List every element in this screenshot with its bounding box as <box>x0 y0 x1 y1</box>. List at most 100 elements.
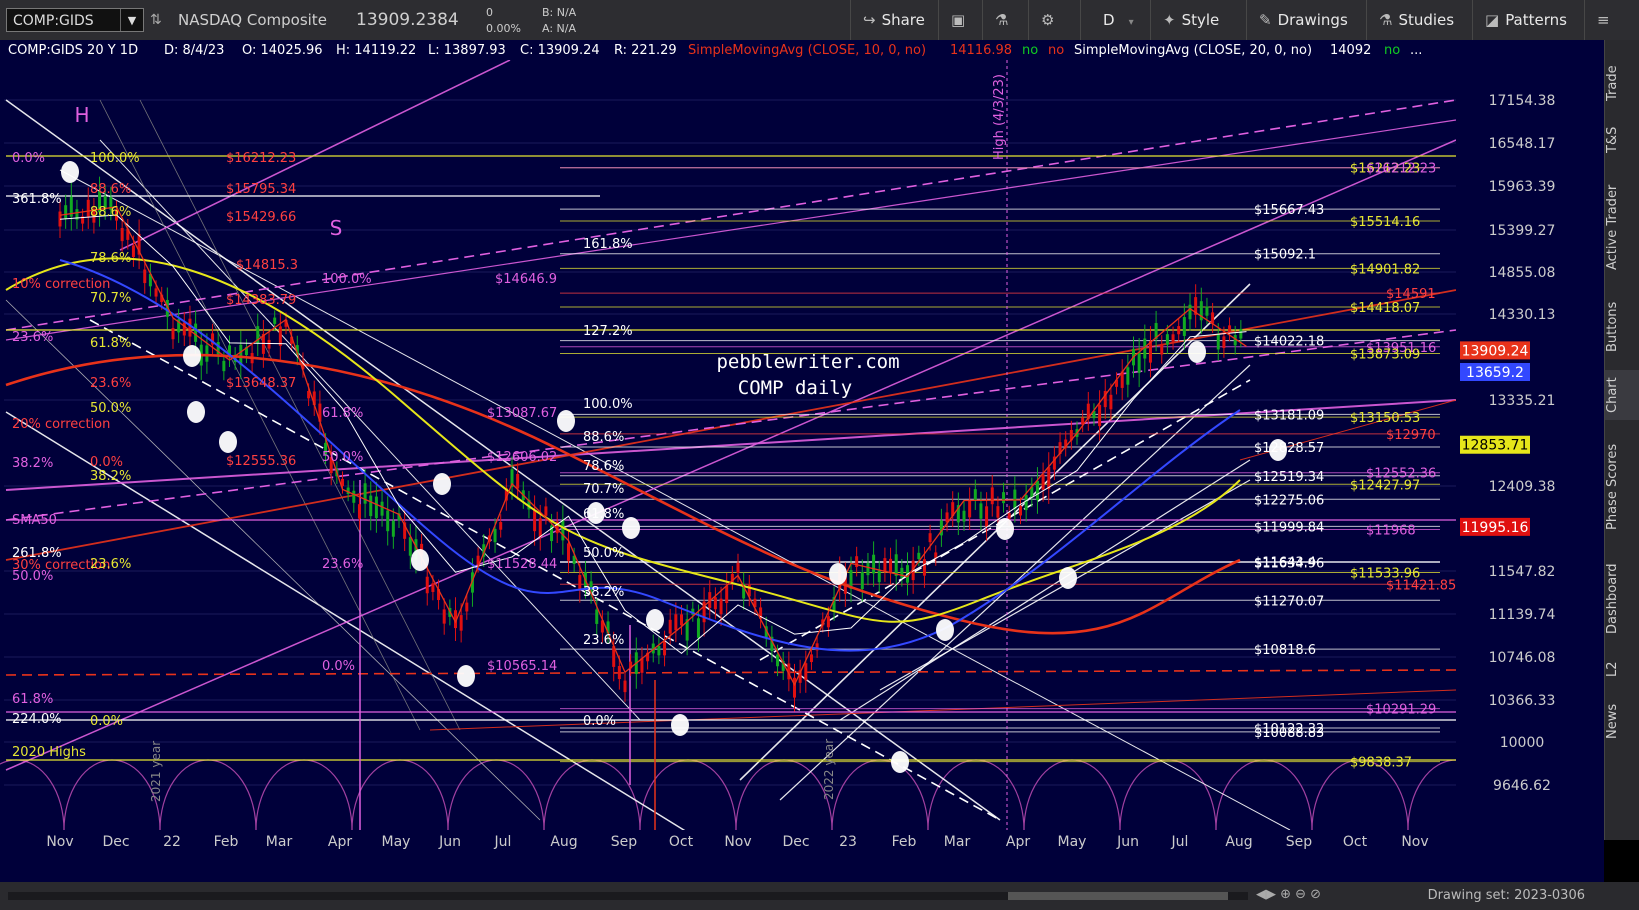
candle-body <box>1126 367 1130 385</box>
x-axis-tick: Mar <box>266 834 293 850</box>
candle-body <box>1228 325 1232 334</box>
settings-toggle-icon[interactable]: ⇅ <box>150 0 162 40</box>
x-axis-tick: Nov <box>724 834 751 850</box>
candle-body <box>273 317 277 324</box>
right-fib-label: $14591 <box>1386 287 1436 302</box>
candle-body <box>120 227 124 242</box>
candle-body <box>668 619 672 634</box>
y-axis-tick: 12409.38 <box>1489 479 1556 495</box>
studies-button[interactable]: ⚗ Studies <box>1366 0 1472 40</box>
flask-button[interactable]: ⚗ <box>982 0 1028 40</box>
right-fib-label: $11421.85 <box>1386 578 1456 593</box>
drawings-button[interactable]: ✎ Drawings <box>1246 0 1366 40</box>
tab-time-and-sales[interactable]: T&S <box>1605 120 1639 160</box>
annotation-year-2022: 2022 year <box>822 739 836 800</box>
menu-button[interactable]: ≡ <box>1584 0 1639 40</box>
tab-l2[interactable]: L2 <box>1605 654 1639 684</box>
candle-body <box>1148 340 1152 363</box>
candle-body <box>894 554 898 576</box>
candle-body <box>1041 474 1045 490</box>
highlight-circle <box>1188 341 1206 363</box>
timeframe-button[interactable]: D ▾ <box>1080 0 1150 40</box>
header-stat: R: 221.29 <box>614 43 677 58</box>
mid-fib-label: $11528.44 <box>487 557 557 572</box>
candle-body <box>663 641 667 656</box>
x-axis-tick: Feb <box>892 834 917 850</box>
left-fib-label: 50.0% <box>90 401 131 416</box>
patterns-button[interactable]: ◪ Patterns <box>1472 0 1584 40</box>
net-change-pct: 0.00% <box>486 22 521 35</box>
left-fib-label: $16212.23 <box>226 151 296 166</box>
right-fib-label: $11270.07 <box>1254 594 1324 609</box>
price-chart[interactable]: pebblewriter.com COMP daily 0.0% 100.0% $162… <box>0 40 1604 882</box>
horizontal-scrollbar[interactable] <box>8 892 1248 900</box>
candle-body <box>793 677 796 698</box>
x-axis-tick: Dec <box>102 834 129 850</box>
left-fib-label: 61.8% <box>12 692 53 707</box>
share-button[interactable]: ↪ Share <box>850 0 938 40</box>
tab-news[interactable]: News <box>1605 696 1639 746</box>
left-fib-label: 38.2% <box>90 469 131 484</box>
left-fib-label: 2020 Highs <box>12 745 86 760</box>
candle-body <box>369 495 373 517</box>
candle-body <box>1047 467 1051 489</box>
highlight-circle <box>622 517 640 539</box>
y-axis-tick: 14855.08 <box>1489 265 1556 281</box>
candle-body <box>493 528 497 543</box>
zoom-tools-icon[interactable]: ◀▶ ⊕ ⊖ ⊘ <box>1256 887 1321 902</box>
left-fib-label: $12555.36 <box>226 454 296 469</box>
x-axis-tick: 23 <box>839 834 857 850</box>
candle-body <box>1109 394 1113 410</box>
candle-body <box>696 618 700 638</box>
right-fib-label: $13873.09 <box>1350 348 1420 363</box>
tab-phase-scores[interactable]: Phase Scores <box>1605 432 1639 542</box>
x-axis-tick: Aug <box>550 834 577 850</box>
candle-body <box>922 559 926 576</box>
candle-body <box>866 563 870 576</box>
x-axis-tick: Oct <box>669 834 694 850</box>
highlight-circle <box>936 619 954 641</box>
left-fib-label: 23.6% <box>90 376 131 391</box>
tab-trade[interactable]: Trade <box>1605 58 1639 108</box>
highlight-circle <box>61 161 79 183</box>
tab-dashboard[interactable]: Dashboard <box>1605 554 1639 644</box>
mid-fib-label: $13087.67 <box>487 406 557 421</box>
net-change: 0 <box>486 6 493 19</box>
tab-active-trader[interactable]: Active Trader <box>1605 172 1639 282</box>
candle-body <box>962 510 966 522</box>
x-axis-tick: Jun <box>438 834 461 850</box>
candle-body <box>860 572 864 590</box>
bottom-bar: ◀▶ ⊕ ⊖ ⊘ <box>0 882 1639 910</box>
candle-body <box>516 473 520 489</box>
screenshot-icon: ▣ <box>951 11 966 29</box>
x-axis-tick: Apr <box>328 834 352 850</box>
mid-fib-label: 100.0% <box>583 397 633 412</box>
style-button[interactable]: ✦ Style <box>1150 0 1246 40</box>
tab-buttons[interactable]: Buttons <box>1605 292 1639 362</box>
candle-body <box>657 645 661 656</box>
candle-body <box>499 522 503 530</box>
left-fib-label: 78.6% <box>90 251 131 266</box>
screenshot-button[interactable]: ▣ <box>938 0 982 40</box>
mid-fib-label: $14646.9 <box>495 272 557 287</box>
mid-fib-label: 78.6% <box>583 459 624 474</box>
x-axis-tick: May <box>1058 834 1087 850</box>
settings-button[interactable]: ⚙ <box>1028 0 1080 40</box>
scrollbar-thumb[interactable] <box>1008 892 1228 900</box>
symbol-selector[interactable]: COMP:GIDS ▼ <box>6 8 144 32</box>
last-price: 13909.2384 <box>356 10 459 30</box>
candle-body <box>205 345 209 362</box>
tab-chart[interactable]: Chart <box>1605 370 1639 420</box>
chevron-down-icon[interactable]: ▼ <box>120 9 143 31</box>
ask-value: A: N/A <box>542 22 576 35</box>
mid-fib-label: 88.6% <box>583 430 624 445</box>
x-axis-tick: Feb <box>214 834 239 850</box>
left-fib-label: 20% correction <box>12 417 110 432</box>
instrument-name: NASDAQ Composite <box>178 11 327 29</box>
mid-fib-label: 61.8% <box>322 406 363 421</box>
candle-body <box>617 666 621 680</box>
highlight-circle <box>829 563 847 585</box>
right-fib-label: $16212.23 <box>1366 162 1436 177</box>
left-fib-label: 100.0% <box>90 151 140 166</box>
header-stat: no <box>1048 43 1064 58</box>
